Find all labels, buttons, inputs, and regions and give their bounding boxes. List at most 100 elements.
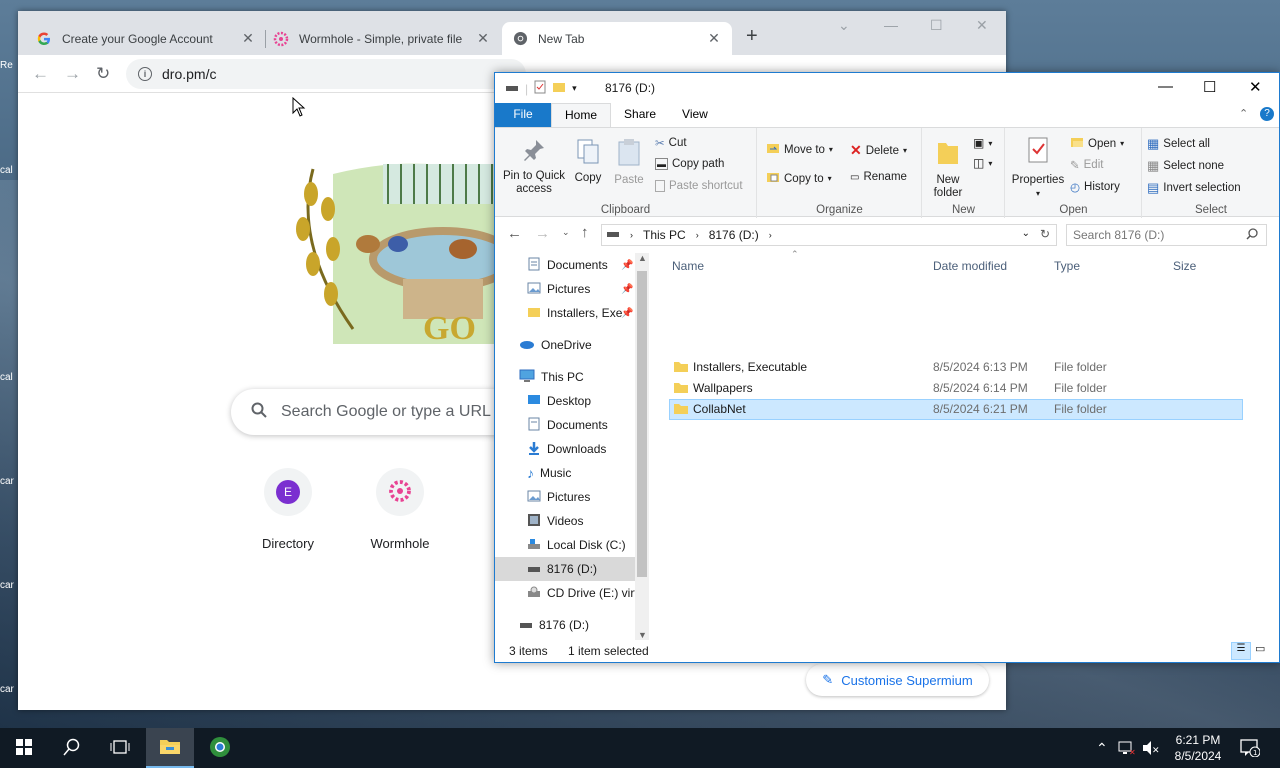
shortcut-directory[interactable]: E Directory [238,468,338,551]
scroll-down-icon[interactable]: ▼ [638,630,647,640]
nav-item-pictures-pinned[interactable]: Pictures 📌 [495,277,635,301]
tab-home[interactable]: Home [551,103,612,127]
tab-file[interactable]: File [495,103,551,127]
maximize-icon[interactable]: ☐ [930,17,943,34]
start-button[interactable] [0,728,48,768]
nav-scrollbar[interactable]: ▲ ▼ [635,253,649,640]
chevron-down-icon[interactable]: ⌄ [838,17,850,34]
desktop-icon-label[interactable]: cal [0,372,18,383]
properties-icon[interactable] [534,80,546,97]
nav-item-cd-drive[interactable]: CD Drive (E:) virt [495,581,638,605]
tab-share[interactable]: Share [611,103,669,127]
desktop-icon-label[interactable]: car [0,476,18,487]
forward-arrow-icon[interactable]: → [535,225,550,242]
pin-quick-access-button[interactable]: Pin to Quick access [501,138,567,196]
maximize-icon[interactable]: ☐ [1203,78,1216,96]
easy-access-button[interactable]: ◫ ▾ [973,156,992,170]
up-arrow-icon[interactable]: ↑ [581,224,589,241]
nav-item-downloads[interactable]: Downloads [495,437,635,461]
task-view-button[interactable] [96,728,144,768]
rename-button[interactable]: ▭ Rename [850,171,907,183]
search-button[interactable] [48,728,96,768]
nav-item-desktop[interactable]: Desktop [495,389,635,413]
network-icon[interactable]: ✕ [1118,740,1136,759]
close-icon[interactable]: ✕ [976,17,988,34]
reload-icon[interactable]: ↻ [96,64,110,84]
nav-item-drive-d-root[interactable]: 8176 (D:) [495,613,635,637]
tab-wormhole[interactable]: Wormhole - Simple, private file ✕ [263,22,501,55]
desktop-icon-label[interactable]: Re [0,60,18,71]
new-item-button[interactable]: ▣ ▾ [973,136,992,150]
refresh-icon[interactable]: ↻ [1040,227,1050,241]
browser-taskbar-button[interactable] [196,728,244,768]
desktop-icon-label[interactable]: car [0,580,18,591]
back-arrow-icon[interactable]: ← [32,64,49,84]
pin-icon[interactable]: 📌 [621,284,633,295]
nav-item-documents[interactable]: Documents [495,413,635,437]
new-folder-icon[interactable] [552,81,566,96]
volume-muted-icon[interactable]: ✕ [1142,740,1160,759]
forward-arrow-icon[interactable]: → [64,64,81,84]
tab-view[interactable]: View [669,103,721,127]
search-input[interactable]: Search 8176 (D:) [1066,224,1267,246]
copy-path-button[interactable]: ▬ Copy path [655,158,724,170]
recent-locations-icon[interactable]: ⌄ [562,227,570,238]
address-bar[interactable]: › This PC › 8176 (D:) › ⌄ ↻ [601,224,1057,246]
column-header-type[interactable]: Type [1054,259,1080,273]
copy-button[interactable]: Copy [571,138,605,185]
search-input[interactable]: Search Google or type a URL [231,389,531,435]
new-tab-plus-icon[interactable]: + [746,25,758,48]
nav-item-this-pc[interactable]: This PC [495,365,635,389]
open-button[interactable]: Open ▾ [1070,136,1124,151]
column-header-date[interactable]: Date modified [933,259,1007,273]
copy-to-button[interactable]: Copy to ▾ [766,171,832,186]
table-row[interactable]: Wallpapers 8/5/2024 6:14 PM File folder [669,378,1243,399]
file-explorer-taskbar-button[interactable] [146,728,194,768]
paste-button[interactable]: Paste [611,138,647,187]
pin-icon[interactable]: 📌 [621,308,633,319]
customise-button[interactable]: ✎ Customise Supermium [806,664,989,696]
chevron-down-icon[interactable]: ▾ [572,83,577,94]
chevron-down-icon[interactable]: ⌄ [1022,228,1030,239]
scrollbar-thumb[interactable] [637,271,647,577]
history-button[interactable]: ◴ History [1070,180,1120,194]
back-arrow-icon[interactable]: ← [507,225,522,242]
close-icon[interactable]: ✕ [240,30,256,47]
table-row-selected[interactable]: CollabNet 8/5/2024 6:21 PM File folder [669,399,1243,420]
details-view-icon[interactable]: ☰ [1231,642,1251,660]
close-icon[interactable]: ✕ [706,30,722,47]
nav-item-installers-pinned[interactable]: Installers, Exe 📌 [495,301,635,325]
close-icon[interactable]: ✕ [475,30,491,47]
nav-item-pictures[interactable]: Pictures [495,485,635,509]
nav-item-music[interactable]: ♪ Music [495,461,635,485]
minimize-icon[interactable]: — [1158,78,1173,95]
notification-icon[interactable]: 1 [1240,739,1261,760]
help-icon[interactable]: ? [1260,107,1274,121]
large-icons-view-icon[interactable]: ▭ [1255,642,1265,655]
new-folder-button[interactable]: New folder [929,138,967,200]
system-clock[interactable]: 6:21 PM 8/5/2024 [1166,732,1230,764]
delete-button[interactable]: ✕ Delete ▾ [850,142,907,159]
desktop-icon-label[interactable]: car [0,684,18,695]
address-bar[interactable]: i dro.pm/c [126,59,526,89]
chevron-up-icon[interactable]: ⌃ [1239,107,1248,120]
column-header-name[interactable]: Name [672,259,704,273]
nav-item-onedrive[interactable]: OneDrive [495,333,635,357]
shortcut-wormhole[interactable]: Wormhole [350,468,450,551]
breadcrumb-drive[interactable]: 8176 (D:) [709,228,759,242]
nav-item-drive-d[interactable]: 8176 (D:) [495,557,635,581]
column-header-size[interactable]: Size [1173,259,1196,273]
edit-button[interactable]: ✎ Edit [1070,158,1103,172]
minimize-icon[interactable]: — [884,17,898,33]
move-to-button[interactable]: Move to ▾ [766,142,833,157]
pin-icon[interactable]: 📌 [621,260,633,271]
scroll-up-icon[interactable]: ▲ [638,253,647,263]
paste-shortcut-button[interactable]: Paste shortcut [655,180,743,192]
tab-google-account[interactable]: Create your Google Account ✕ [26,22,266,55]
invert-selection-button[interactable]: ▤ Invert selection [1147,180,1241,196]
nav-item-local-disk[interactable]: Local Disk (C:) [495,533,635,557]
google-doodle[interactable]: GO [273,154,513,344]
desktop-icon-label[interactable]: cal [0,165,18,176]
properties-button[interactable]: Properties ▾ [1010,136,1066,200]
select-all-button[interactable]: ▦ Select all [1147,136,1210,152]
